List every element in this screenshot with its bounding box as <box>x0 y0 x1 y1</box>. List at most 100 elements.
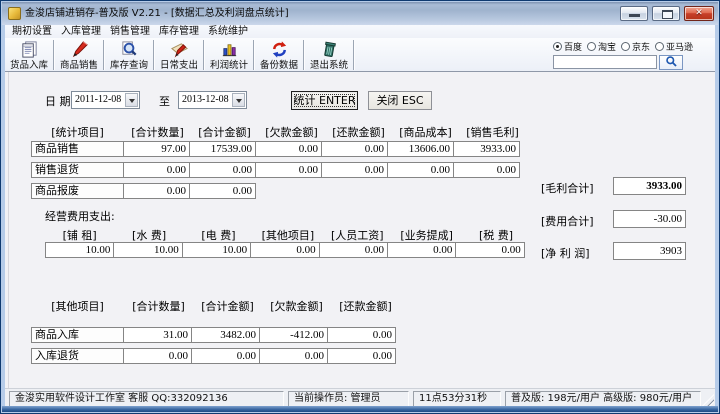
status-pricing: 普及版: 198元/用户 高级版: 980元/用户 <box>505 390 701 407</box>
column-header: [业务提成] <box>400 229 453 242</box>
menu-bar: 期初设置 入库管理 销售管理 库存管理 系统维护 <box>5 25 715 38</box>
column-header: [商品成本] <box>399 126 452 139</box>
menu-item-sales-mgmt[interactable]: 销售管理 <box>106 25 154 38</box>
menu-item-initial-setup[interactable]: 期初设置 <box>8 25 56 38</box>
cell: 97.00 <box>123 141 190 157</box>
toolbar-button-label: 退出系统 <box>310 59 348 71</box>
status-time: 11点53分31秒 <box>413 390 501 407</box>
radio-amazon[interactable] <box>655 41 665 51</box>
column-header: [税 费] <box>478 229 514 242</box>
toolbar-stock-query-button[interactable]: 库存查询 <box>105 38 153 71</box>
table-row-scrapped: 商品报废 0.00 0.00 <box>31 183 256 199</box>
date-from-combobox[interactable]: 2011-12-08 <box>71 91 140 109</box>
window-title: 金浚店铺进销存-普及版 V2.21 - [数据汇总及利润盘点统计] <box>25 8 289 19</box>
column-header: [合计数量] <box>132 300 185 313</box>
table-row-sales-returns: 销售退货 0.00 0.00 0.00 0.00 0.00 0.00 <box>31 162 520 178</box>
app-icon <box>8 7 21 20</box>
toolbar-exit-button[interactable]: 退出系统 <box>305 38 353 71</box>
table-row-inbound-returns: 入库退货 0.00 0.00 0.00 0.00 <box>31 348 396 364</box>
radio-taobao[interactable] <box>587 41 597 51</box>
column-header: [合计金额] <box>201 300 254 313</box>
column-header: [水 费] <box>132 229 167 242</box>
radio-label[interactable]: 百度 <box>564 40 582 53</box>
close-button[interactable] <box>684 6 714 21</box>
toolbar-daily-expense-button[interactable]: 日常支出 <box>155 38 203 71</box>
toolbar-button-label: 日常支出 <box>160 59 198 71</box>
date-to-value: 2013-12-08 <box>182 94 229 105</box>
cell: 0.00 <box>318 242 388 258</box>
window-bottom-frame <box>2 406 718 412</box>
expenses-title: 经营费用支出: <box>45 210 115 223</box>
search-icon <box>665 53 678 72</box>
chevron-down-icon[interactable] <box>125 93 138 107</box>
net-profit-label: [净 利 润] <box>541 247 590 260</box>
cell: 0.00 <box>259 348 328 364</box>
cell: 13606.00 <box>387 141 454 157</box>
toolbar-button-label: 利润统计 <box>210 59 248 71</box>
cell: 0.00 <box>327 327 396 343</box>
menu-item-inbound-mgmt[interactable]: 入库管理 <box>57 25 105 38</box>
cell: 0.00 <box>455 242 525 258</box>
cell: 3933.00 <box>453 141 520 157</box>
gross-profit-label: [毛利合计] <box>541 182 594 195</box>
cell: 0.00 <box>453 162 520 178</box>
toolbar-separator <box>353 40 355 70</box>
expenses-values-row: 10.00 10.00 10.00 0.00 0.00 0.00 0.00 <box>45 242 525 258</box>
chevron-down-icon[interactable] <box>232 93 245 107</box>
row-label: 入库退货 <box>31 348 124 364</box>
close-esc-button[interactable]: 关闭 ESC <box>368 91 432 110</box>
column-header: [欠款金额] <box>270 300 323 313</box>
radio-label[interactable]: 淘宝 <box>598 40 616 53</box>
statistics-button[interactable]: 统计 ENTER <box>291 91 358 110</box>
sync-arrows-icon <box>270 40 289 59</box>
web-search-group: 百度 淘宝 京东 亚马逊 <box>553 40 713 70</box>
bar-chart-icon <box>220 40 239 59</box>
app-window: 金浚店铺进销存-普及版 V2.21 - [数据汇总及利润盘点统计] 期初设置 入… <box>0 0 720 414</box>
summary-table-header: [统计项目] [合计数量] [合计金额] [欠款金额] [还款金额] [商品成本… <box>31 124 526 139</box>
date-from-value: 2011-12-08 <box>75 94 122 105</box>
cell: 10.00 <box>181 242 252 258</box>
toolbar-profit-stats-button[interactable]: 利润统计 <box>205 38 253 71</box>
status-operator: 当前操作员: 管理员 <box>288 390 409 407</box>
table-row-sales: 商品销售 97.00 17539.00 0.00 0.00 13606.00 3… <box>31 141 520 157</box>
minimize-button[interactable] <box>620 6 648 21</box>
toolbar-goods-inbound-button[interactable]: 货品入库 <box>5 38 53 71</box>
menu-item-stock-mgmt[interactable]: 库存管理 <box>155 25 203 38</box>
column-header: [销售毛利] <box>466 126 519 139</box>
to-label: 至 <box>159 95 170 108</box>
cell: 10.00 <box>113 242 183 258</box>
cell: 0.00 <box>123 348 192 364</box>
row-label: 商品报废 <box>31 183 124 199</box>
net-profit-value: 3903 <box>613 242 686 260</box>
radio-label[interactable]: 京东 <box>632 40 650 53</box>
pencil-icon <box>70 40 89 59</box>
toolbar-button-label: 备份数据 <box>260 59 298 71</box>
magnifier-icon <box>120 40 139 59</box>
toolbar-backup-data-button[interactable]: 备份数据 <box>255 38 303 71</box>
toolbar-button-label: 库存查询 <box>110 59 148 71</box>
cell: 0.00 <box>189 162 256 178</box>
search-input[interactable] <box>553 55 657 69</box>
cell: 0.00 <box>321 162 388 178</box>
cell: 0.00 <box>123 183 190 199</box>
cell: 0.00 <box>255 162 322 178</box>
date-to-combobox[interactable]: 2013-12-08 <box>178 91 247 109</box>
toolbar-goods-sale-button[interactable]: 商品销售 <box>55 38 103 71</box>
column-header: [欠款金额] <box>265 126 318 139</box>
row-label: 商品销售 <box>31 141 124 157</box>
radio-baidu[interactable] <box>553 41 562 51</box>
cell: 0.00 <box>255 141 322 157</box>
status-bar: 金浚实用软件设计工作室 客服 QQ:332092136 当前操作员: 管理员 1… <box>5 388 715 408</box>
column-header: [其他项目] <box>51 300 104 313</box>
column-header: [还款金额] <box>332 126 385 139</box>
toolbar-button-label: 商品销售 <box>60 59 98 71</box>
column-header: [合计数量] <box>131 126 184 139</box>
menu-item-system-maint[interactable]: 系统维护 <box>204 25 252 38</box>
column-header: [合计金额] <box>198 126 251 139</box>
radio-jd[interactable] <box>621 41 631 51</box>
search-button[interactable] <box>659 55 683 70</box>
radio-label[interactable]: 亚马逊 <box>666 40 693 53</box>
cell: 17539.00 <box>189 141 256 157</box>
caption-buttons <box>620 6 715 21</box>
restore-button[interactable] <box>652 6 680 21</box>
